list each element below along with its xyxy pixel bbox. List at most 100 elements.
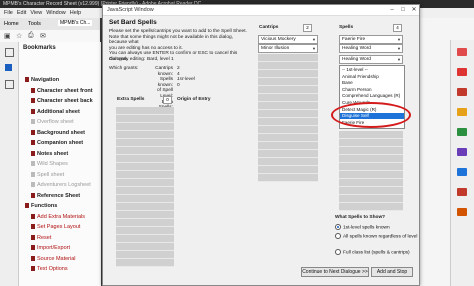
fill-sign-icon[interactable] (457, 168, 467, 176)
extra-spells-count[interactable]: 0 (163, 96, 172, 104)
empty-cell[interactable] (339, 139, 403, 147)
bookmark-item[interactable]: Import/Export (31, 244, 70, 252)
more-tools-icon[interactable] (457, 208, 467, 216)
empty-cell[interactable] (258, 118, 318, 126)
bookmark-item[interactable]: Character sheet front (31, 87, 93, 95)
bookmark-item[interactable]: Overflow sheet (31, 118, 74, 126)
empty-cell[interactable] (116, 131, 174, 139)
empty-cell[interactable] (116, 251, 174, 259)
bookmark-item[interactable]: Reference Sheet (31, 192, 80, 200)
comment-icon[interactable] (457, 108, 467, 116)
cantrip-select[interactable]: Vicious Mockery ▼ (258, 35, 318, 44)
dropdown-option[interactable]: Charm Person (342, 87, 372, 92)
tab-home[interactable]: Home (4, 21, 19, 27)
spell-select[interactable]: Healing Word ▼ (339, 44, 403, 53)
empty-cell[interactable] (258, 158, 318, 166)
empty-cell[interactable] (116, 147, 174, 155)
cantrip-select[interactable]: Minor Illusion ▼ (258, 44, 318, 53)
bookmark-item[interactable]: Add Extra Materials (31, 213, 85, 221)
radio-option[interactable]: All spells known regardless of level (335, 233, 417, 240)
empty-cell[interactable] (116, 227, 174, 235)
empty-cell[interactable] (339, 203, 403, 211)
export-pdf-icon[interactable] (457, 48, 467, 56)
spell-select[interactable]: Faerie Fire ▼ (339, 35, 403, 44)
empty-cell[interactable] (116, 243, 174, 251)
tab-tools[interactable]: Tools (28, 21, 41, 27)
bookmark-item[interactable]: Set Pages Layout (31, 223, 80, 231)
bookmark-item[interactable]: Source Material (31, 255, 76, 263)
empty-cell[interactable] (339, 131, 403, 139)
empty-cell[interactable] (258, 70, 318, 78)
protect-icon[interactable] (457, 188, 467, 196)
empty-cell[interactable] (258, 62, 318, 70)
empty-cell[interactable] (258, 86, 318, 94)
empty-cell[interactable] (116, 171, 174, 179)
empty-cell[interactable] (258, 110, 318, 118)
empty-cell[interactable] (116, 115, 174, 123)
empty-cell[interactable] (258, 54, 318, 62)
bookmark-item[interactable]: Navigation (25, 76, 59, 84)
edit-pdf-icon[interactable] (457, 88, 467, 96)
bookmark-item[interactable]: Character sheet back (31, 97, 93, 105)
empty-cell[interactable] (116, 187, 174, 195)
empty-cell[interactable] (116, 259, 174, 267)
add-and-stop-button[interactable]: Add and Stop (371, 267, 413, 277)
empty-cell[interactable] (116, 235, 174, 243)
bookmark-item[interactable]: Wild Shapes (31, 160, 68, 168)
empty-cell[interactable] (116, 155, 174, 163)
continue-button[interactable]: Continue to Next Dialogue >> (301, 267, 369, 277)
empty-cell[interactable] (258, 126, 318, 134)
empty-cell[interactable] (116, 211, 174, 219)
star-icon[interactable]: ☆ (16, 32, 22, 40)
empty-cell[interactable] (116, 123, 174, 131)
extra-spells-grid[interactable] (116, 107, 174, 267)
bookmark-item[interactable]: Additional sheet (31, 108, 80, 116)
bookmark-item[interactable]: Reset (31, 234, 51, 242)
attachments-icon[interactable] (5, 80, 14, 89)
empty-cell[interactable] (116, 203, 174, 211)
empty-cell[interactable] (339, 187, 403, 195)
empty-cell[interactable] (258, 142, 318, 150)
bookmark-item[interactable]: Functions (25, 202, 57, 210)
organize-pages-icon[interactable] (457, 148, 467, 156)
print-icon[interactable]: ⎙ (28, 32, 34, 40)
mail-icon[interactable]: ✉ (40, 32, 46, 40)
empty-cell[interactable] (339, 163, 403, 171)
spell-select-open[interactable]: Healing Word ▼ (339, 55, 403, 64)
page-thumbnails-icon[interactable] (5, 48, 14, 57)
cantrip-grid[interactable] (258, 54, 318, 182)
empty-cell[interactable] (339, 155, 403, 163)
spell-grid[interactable] (339, 131, 403, 211)
empty-cell[interactable] (339, 195, 403, 203)
cantrips-count[interactable]: 2 (303, 24, 312, 32)
create-pdf-icon[interactable] (457, 68, 467, 76)
bookmark-item[interactable]: Adventurers Logsheet (31, 181, 91, 189)
empty-cell[interactable] (116, 195, 174, 203)
save-icon[interactable]: ▣ (4, 32, 11, 40)
empty-cell[interactable] (116, 219, 174, 227)
combine-files-icon[interactable] (457, 128, 467, 136)
bookmark-item[interactable]: Spell sheet (31, 171, 64, 179)
minimize-icon[interactable]: – (387, 5, 397, 15)
radio-icon[interactable] (335, 233, 341, 239)
bookmark-item[interactable]: Notes sheet (31, 150, 68, 158)
empty-cell[interactable] (258, 150, 318, 158)
empty-cell[interactable] (258, 134, 318, 142)
menu-help[interactable]: Help (70, 10, 81, 16)
bookmark-item[interactable]: Text Options (31, 265, 68, 273)
tab-document[interactable]: MPMB's Ch... (58, 20, 93, 26)
empty-cell[interactable] (258, 102, 318, 110)
dropdown-option[interactable]: Bane (342, 80, 353, 85)
radio-selected-icon[interactable] (335, 224, 341, 230)
empty-cell[interactable] (258, 94, 318, 102)
spells-count[interactable]: 4 (393, 24, 402, 32)
empty-cell[interactable] (116, 139, 174, 147)
bookmarks-icon[interactable] (5, 64, 12, 71)
empty-cell[interactable] (116, 163, 174, 171)
menu-view[interactable]: View (30, 10, 42, 16)
close-icon[interactable]: ✕ (409, 5, 419, 15)
menu-window[interactable]: Window (46, 10, 66, 16)
menu-file[interactable]: File (4, 10, 13, 16)
maximize-icon[interactable]: □ (398, 5, 408, 15)
menu-edit[interactable]: Edit (17, 10, 26, 16)
